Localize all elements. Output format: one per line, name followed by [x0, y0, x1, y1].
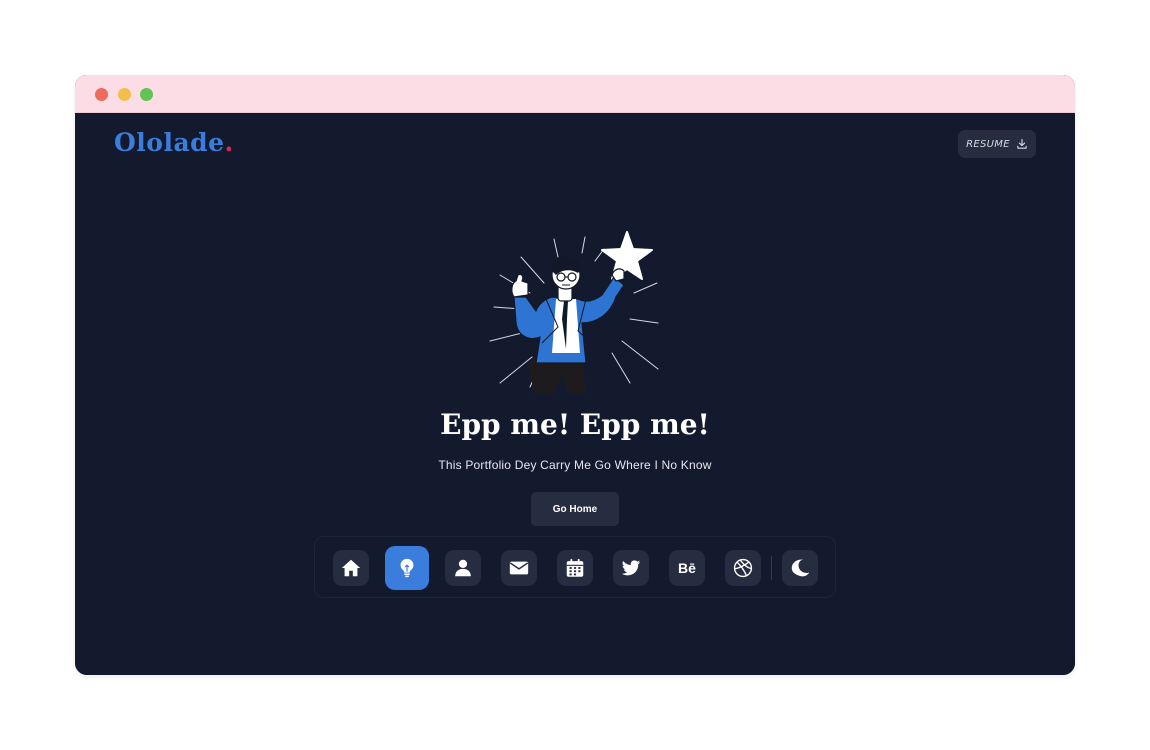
behance-icon: Bē: [678, 560, 696, 576]
maximize-window-button[interactable]: [140, 88, 153, 101]
go-home-button[interactable]: Go Home: [531, 492, 619, 526]
dock-divider: [771, 556, 772, 580]
dock-theme-toggle-button[interactable]: [782, 550, 818, 586]
dock-calendar-button[interactable]: [557, 550, 593, 586]
dock-behance-button[interactable]: Bē: [669, 550, 705, 586]
dribbble-icon: [733, 558, 753, 578]
man-holding-star-illustration: [489, 231, 659, 393]
close-window-button[interactable]: [95, 88, 108, 101]
logo-dot: .: [224, 128, 234, 157]
dock-dribbble-button[interactable]: [725, 550, 761, 586]
dock-home-button[interactable]: [333, 550, 369, 586]
minimize-window-button[interactable]: [118, 88, 131, 101]
resume-button[interactable]: RESUME: [958, 130, 1036, 158]
dock-twitter-button[interactable]: [613, 550, 649, 586]
calendar-icon: [566, 558, 584, 577]
dock-projects-button[interactable]: [385, 546, 429, 590]
page-content: Ololade. RESUME Epp me! Epp me! This Por…: [75, 113, 1075, 675]
home-icon: [341, 559, 361, 577]
browser-window: Ololade. RESUME Epp me! Epp me! This Por…: [75, 75, 1075, 675]
resume-label: RESUME: [966, 138, 1010, 150]
page-subtitle: This Portfolio Dey Carry Me Go Where I N…: [438, 458, 712, 472]
logo-text: Ololade: [114, 128, 225, 157]
navigation-dock: Bē: [314, 536, 836, 598]
dock-contact-button[interactable]: [501, 550, 537, 586]
lightbulb-icon: [400, 558, 414, 578]
moon-icon: [791, 559, 810, 577]
twitter-icon: [621, 560, 641, 576]
site-logo[interactable]: Ololade.: [114, 128, 234, 157]
window-titlebar: [75, 75, 1075, 113]
page-title: Epp me! Epp me!: [440, 408, 710, 441]
user-icon: [455, 559, 471, 577]
dock-about-button[interactable]: [445, 550, 481, 586]
mail-icon: [509, 561, 529, 575]
download-icon: [1017, 138, 1027, 149]
